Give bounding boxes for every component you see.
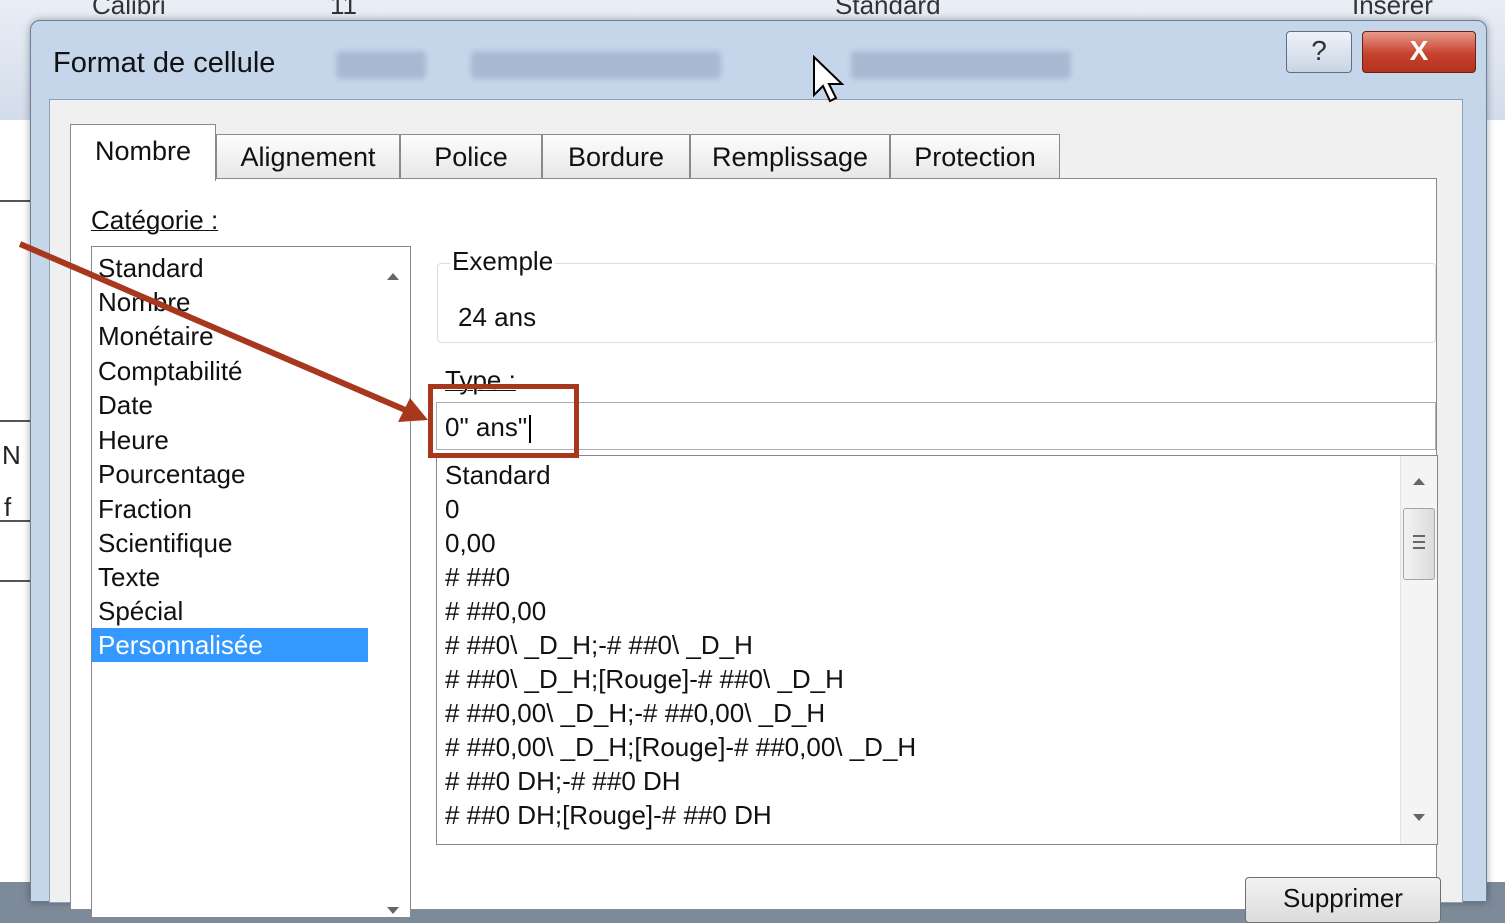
tab-nombre[interactable]: Nombre	[70, 124, 216, 181]
annotation-arrow-line	[18, 241, 412, 415]
annotation-highlight-box	[428, 384, 579, 458]
mouse-cursor-icon	[813, 55, 845, 103]
delete-button[interactable]: Supprimer	[1245, 877, 1441, 923]
scroll-down-icon[interactable]	[387, 907, 399, 914]
annotation-arrow	[18, 241, 428, 422]
